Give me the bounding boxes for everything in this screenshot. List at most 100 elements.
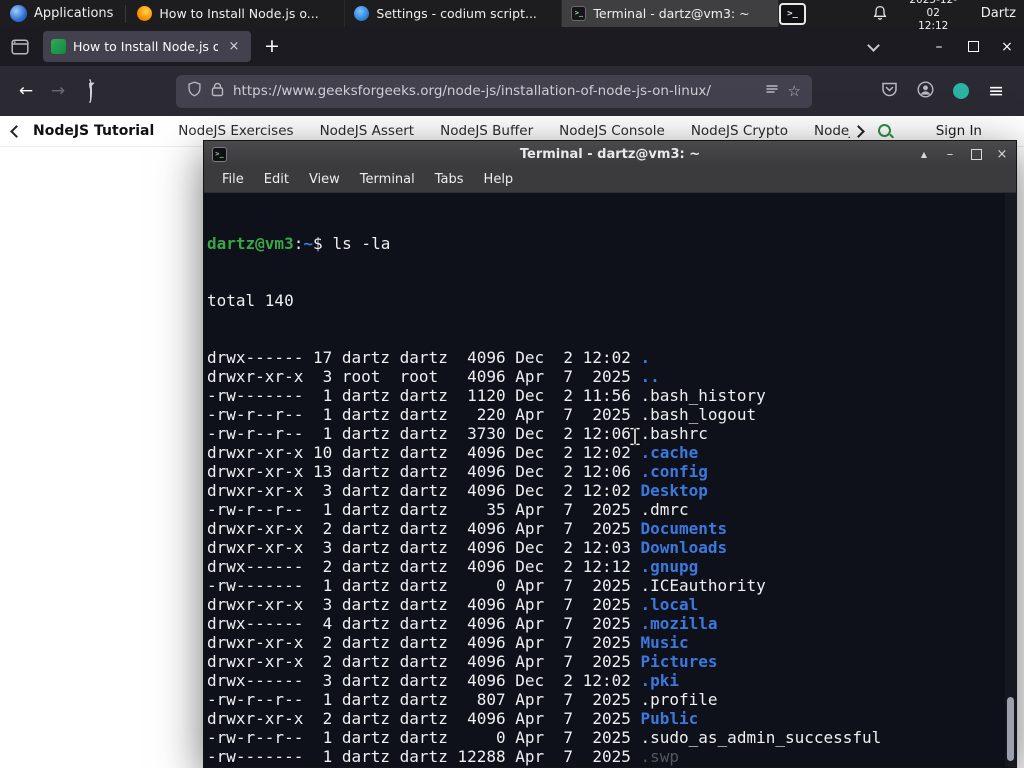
padlock-icon[interactable] [211, 82, 224, 101]
listing-meta: drwxr-xr-x 3 dartz dartz 4096 Dec 2 12:0… [207, 481, 641, 500]
terminal-scrollbar[interactable] [1005, 193, 1016, 767]
listing-name: .cache [640, 443, 699, 462]
site-nav-item[interactable]: NodeJS DNS [814, 123, 850, 139]
tab-close-icon[interactable]: × [225, 38, 243, 56]
url-text[interactable]: https://www.geeksforgeeks.org/node-js/in… [233, 83, 756, 99]
site-nav-item[interactable]: NodeJS Assert [320, 123, 415, 139]
applications-label: Applications [34, 6, 114, 21]
listing-meta: -rw-r--r-- 1 dartz dartz 807 Apr 7 2025 [207, 690, 641, 709]
panel-window-buttons: How to Install Node.js o... Settings - co… [128, 0, 780, 27]
listing-name: Music [640, 633, 689, 652]
terminal-listing-line: -rw-r--r-- 1 dartz dartz 807 Apr 7 2025 … [207, 690, 1002, 709]
listing-name: .pki [640, 671, 680, 690]
clock-time: 12:12 [918, 20, 949, 33]
listing-name: .dmrc [640, 500, 689, 519]
terminal-menu-terminal[interactable]: Terminal [350, 172, 425, 187]
panel-window-button-terminal[interactable]: >_ Terminal - dartz@vm3: ~ [562, 0, 780, 27]
firefox-icon [137, 6, 153, 21]
terminal-titlebar-buttons: ▲ – × [918, 145, 1008, 164]
tracking-shield-icon[interactable] [187, 81, 202, 101]
prompt-user-host: dartz@vm3 [207, 234, 294, 253]
terminal-window-title: Terminal - dartz@vm3: ~ [519, 146, 701, 162]
site-nav-item[interactable]: NodeJS Console [559, 123, 665, 139]
listing-name: Pictures [640, 652, 718, 671]
navigation-toolbar: ← → https://www.geeksforgeeks.org/node-j… [0, 66, 1024, 116]
terminal-close-button[interactable]: × [996, 147, 1008, 162]
terminal-listing-line: drwxr-xr-x 3 dartz dartz 4096 Dec 2 12:0… [207, 538, 1002, 557]
terminal-listing-line: drwxr-xr-x 3 dartz dartz 4096 Apr 7 2025… [207, 595, 1002, 614]
window-maximize-button[interactable] [956, 39, 990, 55]
notification-bell-icon[interactable] [872, 5, 888, 22]
sign-in-button[interactable]: Sign In [936, 123, 982, 139]
window-close-button[interactable]: × [990, 39, 1024, 55]
panel-window-button-label: Terminal - dartz@vm3: ~ [593, 6, 750, 21]
applications-menu-button[interactable]: Applications [0, 0, 123, 27]
listing-meta: drwxr-xr-x 3 dartz dartz 4096 Dec 2 12:0… [207, 538, 641, 557]
listing-meta: -rw-r--r-- 1 dartz dartz 3730 Dec 2 12:0… [207, 424, 641, 443]
terminal-scrollbar-thumb[interactable] [1007, 697, 1014, 761]
terminal-listing-line: -rw------- 1 dartz dartz 0 Apr 7 2025 .I… [207, 576, 1002, 595]
listing-name: .bash_logout [640, 405, 757, 424]
listing-meta: -rw------- 1 dartz dartz 1120 Dec 2 11:5… [207, 386, 641, 405]
search-icon[interactable] [877, 123, 894, 140]
terminal-menu-view[interactable]: View [299, 172, 350, 187]
listing-meta: drwxr-xr-x 3 dartz dartz 4096 Apr 7 2025 [207, 595, 641, 614]
reader-view-icon[interactable] [765, 82, 779, 101]
url-bar[interactable]: https://www.geeksforgeeks.org/node-js/in… [176, 74, 812, 108]
codium-icon [354, 6, 370, 21]
listing-meta: -rw------- 1 dartz dartz 12288 Apr 7 202… [207, 747, 641, 766]
firefox-view-icon[interactable] [11, 38, 29, 55]
terminal-screen[interactable]: dartz@vm3:~$ ls -la total 140 drwx------ … [204, 193, 1016, 767]
terminal-maximize-button[interactable] [970, 145, 982, 164]
terminal-listing: drwx------ 17 dartz dartz 4096 Dec 2 12:… [207, 348, 1002, 767]
listing-meta: -rw-r--r-- 1 dartz dartz 220 Apr 7 2025 [207, 405, 641, 424]
panel-window-button-firefox[interactable]: How to Install Node.js o... [128, 0, 346, 27]
listing-name: .sudo_as_admin_successful [640, 728, 882, 747]
site-nav-item[interactable]: NodeJS Buffer [440, 123, 533, 139]
listing-meta: drwxr-xr-x 13 dartz dartz 4096 Dec 2 12:… [207, 462, 641, 481]
listing-meta: drwx------ 2 dartz dartz 4096 Dec 2 12:1… [207, 557, 641, 576]
panel-user-label[interactable]: Dartz [981, 6, 1016, 21]
terminal-listing-line: -rw------- 1 dartz dartz 12288 Apr 7 202… [207, 747, 1002, 766]
account-icon[interactable] [917, 80, 934, 102]
terminal-app-icon: >_ [212, 146, 227, 162]
terminal-menu-edit[interactable]: Edit [254, 172, 299, 187]
terminal-listing-line: drwx------ 3 dartz dartz 4096 Dec 2 12:0… [207, 671, 1002, 690]
terminal-menu-help[interactable]: Help [474, 172, 524, 187]
list-all-tabs-icon[interactable] [867, 38, 880, 52]
bookmark-star-icon[interactable]: ☆ [788, 83, 801, 99]
site-nav-item[interactable]: NodeJS Exercises [178, 123, 293, 139]
site-nav-primary[interactable]: NodeJS Tutorial [33, 123, 154, 139]
applications-icon [10, 5, 27, 22]
terminal-menu-tabs[interactable]: Tabs [425, 172, 474, 187]
top-panel: Applications How to Install Node.js o...… [0, 0, 1024, 32]
listing-name: .ICEauthority [640, 576, 766, 595]
nav-scroll-right-icon[interactable] [851, 124, 865, 138]
panel-clock[interactable]: 2025-12-02 12:12 [904, 0, 963, 33]
browser-tab[interactable]: How to Install Node.js on × [43, 31, 251, 62]
panel-window-button-codium[interactable]: Settings - codium script... [345, 0, 563, 27]
terminal-listing-line: drwx------ 17 dartz dartz 4096 Dec 2 12:… [207, 348, 1002, 367]
pocket-icon[interactable] [881, 81, 898, 101]
panel-window-button-label: Settings - codium script... [376, 6, 537, 21]
terminal-minimize-button[interactable]: – [944, 147, 956, 162]
terminal-listing-line: -rw------- 1 dartz dartz 1120 Dec 2 11:5… [207, 386, 1002, 405]
tray-terminal-indicator[interactable]: >_ [779, 2, 806, 25]
site-nav-item[interactable]: NodeJS Crypto [691, 123, 788, 139]
back-button[interactable]: ← [10, 81, 42, 101]
prompt-separator: : [293, 234, 304, 253]
terminal-listing-line: drwx------ 4 dartz dartz 4096 Apr 7 2025… [207, 614, 1002, 633]
menu-icon[interactable]: ≡ [988, 81, 1004, 101]
extension-icon[interactable] [953, 83, 970, 99]
window-minimize-button[interactable]: – [922, 39, 956, 55]
terminal-menu-file[interactable]: File [212, 172, 254, 187]
listing-name: .profile [640, 690, 718, 709]
terminal-listing-line: drwxr-xr-x 2 dartz dartz 4096 Apr 7 2025… [207, 519, 1002, 538]
terminal-listing-line: -rw-r--r-- 1 dartz dartz 35 Apr 7 2025 .… [207, 500, 1002, 519]
terminal-shade-button[interactable]: ▲ [918, 150, 930, 159]
reload-button[interactable] [74, 79, 106, 103]
new-tab-button[interactable]: + [264, 37, 280, 56]
mouse-ibeam-cursor [629, 427, 641, 450]
terminal-titlebar[interactable]: >_ Terminal - dartz@vm3: ~ ▲ – × [204, 141, 1016, 167]
nav-scroll-left-icon[interactable] [10, 124, 23, 138]
